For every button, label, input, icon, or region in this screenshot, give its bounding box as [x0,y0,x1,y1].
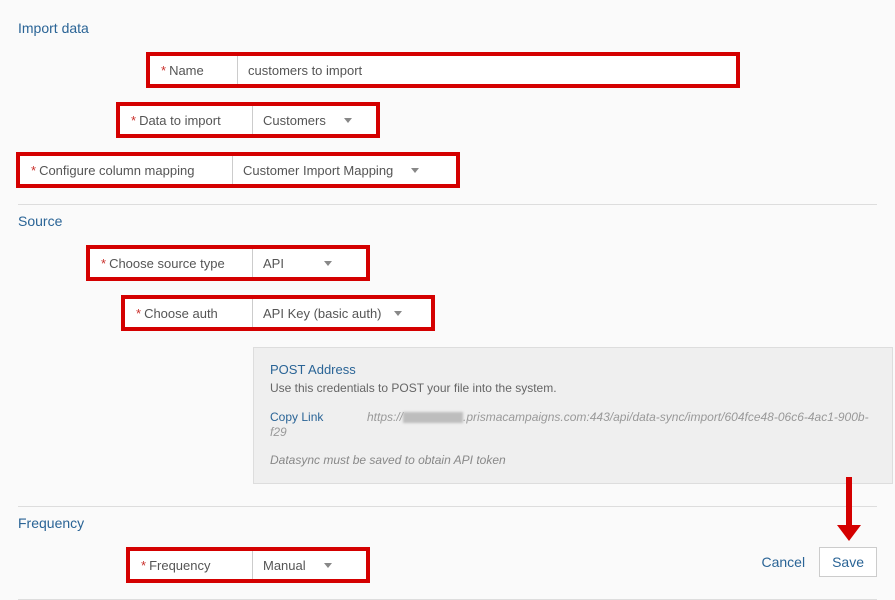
required-icon: * [131,113,136,128]
label-auth: * Choose auth [123,297,253,329]
data-to-import-value: Customers [263,113,326,128]
chevron-down-icon [324,563,332,568]
label-name: * Name [148,54,238,86]
column-mapping-select[interactable]: Customer Import Mapping [233,154,458,186]
url-suffix: .prismacampaigns.com:443/api/data-sync/i… [270,410,869,439]
source-type-value: API [263,256,284,271]
post-address-desc: Use this credentials to POST your file i… [270,381,876,395]
label-frequency: * Frequency [128,549,253,581]
copy-link-button[interactable]: Copy Link [270,410,323,424]
frequency-value: Manual [263,558,306,573]
post-address-panel: POST Address Use this credentials to POS… [253,347,893,484]
row-data-to-import: * Data to import Customers [118,104,378,136]
row-frequency: * Frequency Manual [128,549,368,581]
cancel-button[interactable]: Cancel [761,554,805,570]
action-bar: Cancel Save [761,547,877,577]
label-source-type: * Choose source type [88,247,253,279]
chevron-down-icon [411,168,419,173]
divider [18,204,877,205]
chevron-down-icon [394,311,402,316]
post-address-title: POST Address [270,362,876,377]
chevron-down-icon [324,261,332,266]
source-type-select[interactable]: API [253,247,368,279]
required-icon: * [136,306,141,321]
arrow-annotation [837,477,861,541]
label-auth-text: Choose auth [144,306,218,321]
required-icon: * [161,63,166,78]
name-input[interactable] [238,54,738,86]
label-data-to-import: * Data to import [118,104,253,136]
row-column-mapping: * Configure column mapping Customer Impo… [18,154,458,186]
frequency-select[interactable]: Manual [253,549,368,581]
label-frequency-text: Frequency [149,558,210,573]
required-icon: * [141,558,146,573]
section-title-frequency: Frequency [18,515,877,531]
section-title-source: Source [18,213,877,229]
divider [18,506,877,507]
url-prefix: https:// [367,410,403,424]
label-data-to-import-text: Data to import [139,113,221,128]
row-source-type: * Choose source type API [88,247,368,279]
required-icon: * [31,163,36,178]
label-column-mapping: * Configure column mapping [18,154,233,186]
save-button[interactable]: Save [819,547,877,577]
row-auth: * Choose auth API Key (basic auth) [123,297,433,329]
redacted-host [403,412,463,423]
label-column-mapping-text: Configure column mapping [39,163,194,178]
section-title-import: Import data [18,20,877,36]
required-icon: * [101,256,106,271]
auth-value: API Key (basic auth) [263,306,382,321]
chevron-down-icon [344,118,352,123]
post-address-note: Datasync must be saved to obtain API tok… [270,453,876,467]
auth-select[interactable]: API Key (basic auth) [253,297,433,329]
label-name-text: Name [169,63,204,78]
data-to-import-select[interactable]: Customers [253,104,378,136]
column-mapping-value: Customer Import Mapping [243,163,393,178]
label-source-type-text: Choose source type [109,256,225,271]
row-name: * Name [148,54,738,86]
post-url: https://.prismacampaigns.com:443/api/dat… [270,410,869,439]
